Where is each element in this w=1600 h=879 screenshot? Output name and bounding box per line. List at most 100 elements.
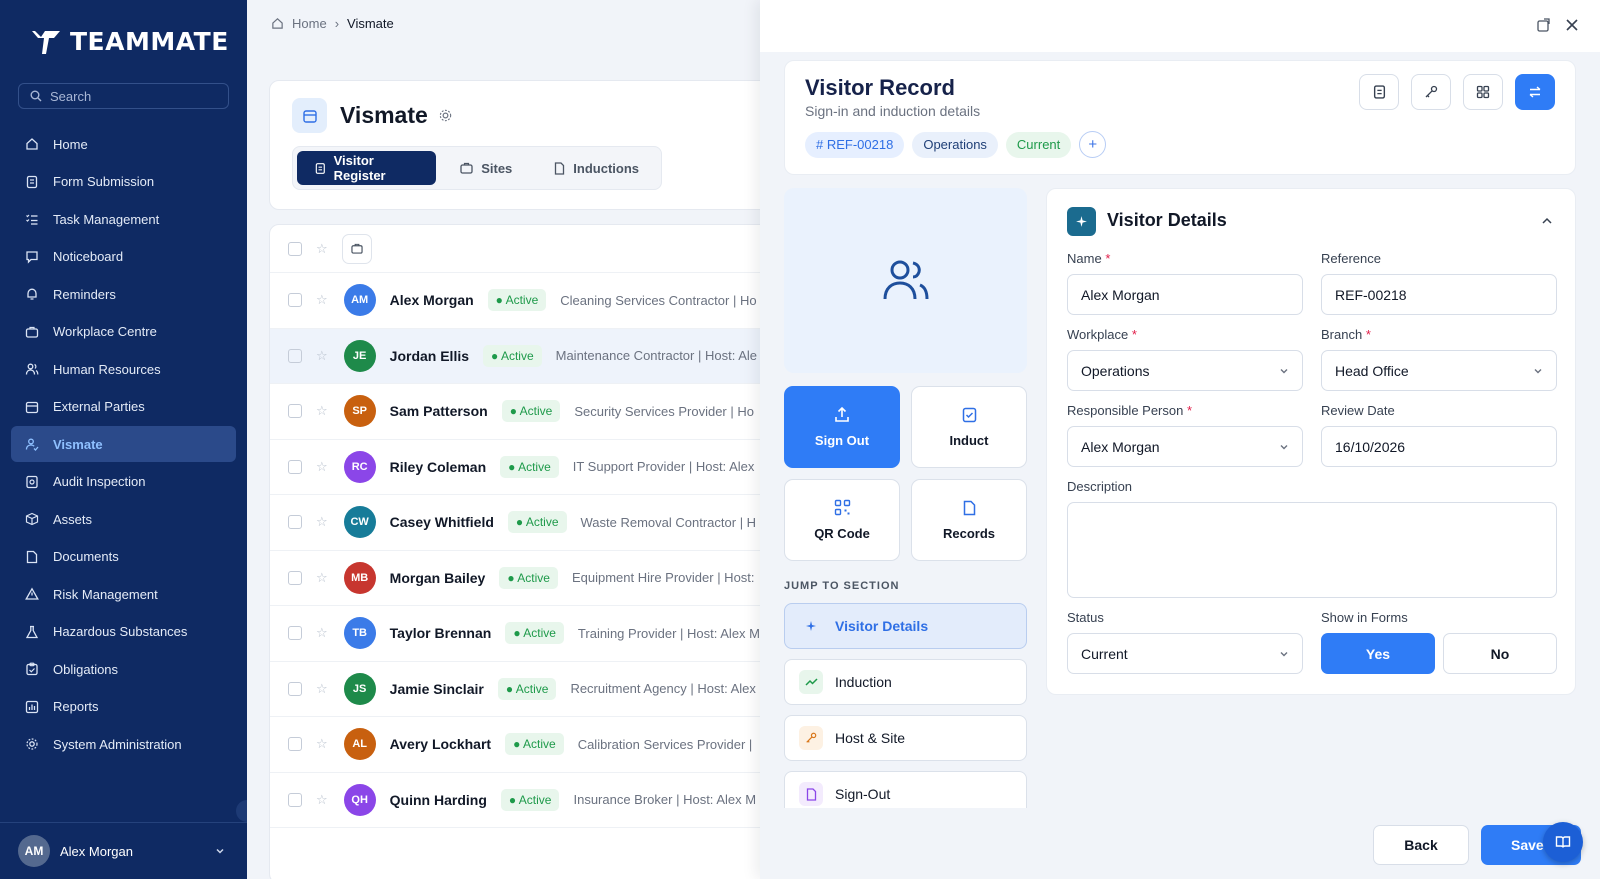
- status-chip[interactable]: Current: [1005, 131, 1072, 158]
- expand-icon[interactable]: [1535, 17, 1551, 33]
- select-all-checkbox[interactable]: [288, 241, 302, 256]
- field-value: Head Office: [1335, 362, 1409, 379]
- show-in-forms-yes-button[interactable]: Yes: [1321, 633, 1435, 674]
- breadcrumb-home[interactable]: Home: [292, 16, 327, 31]
- home-icon: [272, 18, 283, 29]
- chevron-up-icon[interactable]: [1541, 215, 1553, 227]
- table-row[interactable]: ☆ RC Riley Coleman ● Active IT Support Provi…: [270, 440, 760, 495]
- sidebar-item-assets[interactable]: Assets: [11, 501, 236, 537]
- row-checkbox[interactable]: [288, 515, 302, 530]
- visitor-description: Maintenance Contractor | Host: Ale: [555, 348, 757, 364]
- star-icon[interactable]: ☆: [316, 292, 328, 308]
- row-checkbox[interactable]: [288, 293, 302, 308]
- table-row[interactable]: ☆ AL Avery Lockhart ● Active Calibration Ser…: [270, 717, 760, 773]
- name-field[interactable]: Alex Morgan: [1067, 274, 1303, 315]
- table-row[interactable]: ☆ QH Quinn Harding ● Active Insurance Broker…: [270, 773, 760, 828]
- star-icon[interactable]: ☆: [316, 792, 328, 808]
- induct-button[interactable]: Induct: [911, 386, 1027, 468]
- branch-select[interactable]: Head Office: [1321, 350, 1557, 391]
- review-date-field[interactable]: 16/10/2026: [1321, 426, 1557, 467]
- compare-button[interactable]: [1515, 74, 1555, 110]
- sidebar-item-documents[interactable]: Documents: [11, 539, 236, 575]
- sidebar-item-external-parties[interactable]: External Parties: [11, 389, 236, 425]
- table-row[interactable]: ☆ JE Jordan Ellis ● Active Maintenance Contr…: [270, 328, 760, 384]
- sidebar-item-audit-inspection[interactable]: Audit Inspection: [11, 464, 236, 500]
- sidebar-item-reminders[interactable]: Reminders: [11, 276, 236, 312]
- show-in-forms-no-button[interactable]: No: [1443, 633, 1557, 674]
- star-icon[interactable]: ☆: [316, 459, 328, 475]
- row-checkbox[interactable]: [288, 681, 302, 696]
- box-icon: [25, 512, 39, 526]
- sidebar-item-system-administration[interactable]: System Administration: [11, 726, 236, 762]
- star-icon[interactable]: ☆: [316, 736, 328, 752]
- star-icon[interactable]: ☆: [316, 348, 328, 364]
- responsible-person-select[interactable]: Alex Morgan: [1067, 426, 1303, 467]
- tab-sites[interactable]: Sites: [442, 151, 530, 185]
- table-row[interactable]: ☆ SP Sam Patterson ● Active Security Service…: [270, 384, 760, 440]
- sidebar-item-task-management[interactable]: Task Management: [11, 201, 236, 237]
- user-menu[interactable]: AM Alex Morgan: [0, 822, 247, 879]
- workplace-select[interactable]: Operations: [1067, 350, 1303, 391]
- sidebar-item-home[interactable]: Home: [11, 126, 236, 162]
- gear-icon[interactable]: [438, 108, 453, 123]
- row-checkbox[interactable]: [288, 737, 302, 752]
- status-select[interactable]: Current: [1067, 633, 1303, 674]
- calendar-icon: [302, 109, 317, 123]
- help-book-button[interactable]: [1543, 822, 1583, 862]
- notes-button[interactable]: [1359, 74, 1399, 110]
- page-title: Vismate: [340, 102, 428, 128]
- bulk-action-button[interactable]: [341, 233, 372, 264]
- qr-code-button[interactable]: QR Code: [784, 479, 900, 561]
- table-row[interactable]: ☆ AM Alex Morgan ● Active Cleaning Services …: [270, 273, 760, 329]
- back-button[interactable]: Back: [1373, 825, 1469, 865]
- close-icon[interactable]: [1564, 17, 1580, 33]
- table-row[interactable]: ☆ TB Taylor Brennan ● Active Training Provid…: [270, 606, 760, 662]
- row-checkbox[interactable]: [288, 792, 302, 807]
- sidebar-item-form-submission[interactable]: Form Submission: [11, 164, 236, 200]
- reference-chip[interactable]: # REF-00218: [805, 131, 905, 158]
- sidebar-item-human-resources[interactable]: Human Resources: [11, 351, 236, 387]
- link-button[interactable]: [1411, 74, 1451, 110]
- sidebar-item-hazardous-substances[interactable]: Hazardous Substances: [11, 614, 236, 650]
- row-checkbox[interactable]: [288, 404, 302, 419]
- row-checkbox[interactable]: [288, 626, 302, 641]
- tab-visitor-register[interactable]: Visitor Register: [297, 151, 437, 185]
- row-checkbox[interactable]: [288, 570, 302, 585]
- sidebar-item-vismate[interactable]: Vismate: [11, 426, 236, 462]
- star-icon[interactable]: ☆: [316, 241, 328, 257]
- sidebar-item-noticeboard[interactable]: Noticeboard: [11, 239, 236, 275]
- calendar-icon: [25, 401, 39, 413]
- department-chip[interactable]: Operations: [912, 131, 998, 158]
- document-icon: [315, 162, 325, 174]
- star-icon[interactable]: ☆: [316, 403, 328, 419]
- sidebar-item-risk-management[interactable]: Risk Management: [11, 576, 236, 612]
- star-icon[interactable]: ☆: [316, 514, 328, 530]
- reference-field[interactable]: REF-00218: [1321, 274, 1557, 315]
- sign-out-button[interactable]: Sign Out: [784, 386, 900, 468]
- workplace-label: Workplace *: [1067, 327, 1137, 342]
- jump-visitor-details[interactable]: Visitor Details: [784, 603, 1027, 649]
- sidebar-item-label: Noticeboard: [53, 249, 124, 264]
- table-row[interactable]: ☆ JS Jamie Sinclair ● Active Recruitment Age…: [270, 662, 760, 717]
- star-icon[interactable]: ☆: [316, 681, 328, 697]
- sidebar-item-workplace-centre[interactable]: Workplace Centre: [11, 314, 236, 350]
- row-checkbox[interactable]: [288, 459, 302, 474]
- sidebar-search-input[interactable]: Search: [18, 83, 229, 109]
- grid-view-button[interactable]: [1463, 74, 1503, 110]
- brand-logo[interactable]: TEAMMATE: [32, 27, 229, 56]
- star-icon[interactable]: ☆: [316, 625, 328, 641]
- document-icon: [1373, 85, 1385, 99]
- add-chip-button[interactable]: +: [1079, 131, 1107, 158]
- sidebar-item-obligations[interactable]: Obligations: [11, 651, 236, 687]
- table-row[interactable]: ☆ MB Morgan Bailey ● Active Equipment Hire P…: [270, 551, 760, 606]
- row-checkbox[interactable]: [288, 348, 302, 363]
- review-date-label: Review Date: [1321, 403, 1395, 418]
- jump-host-site[interactable]: Host & Site: [784, 715, 1027, 761]
- star-icon[interactable]: ☆: [316, 570, 328, 586]
- table-row[interactable]: ☆ CW Casey Whitfield ● Active Waste Removal …: [270, 495, 760, 551]
- description-textarea[interactable]: [1067, 502, 1557, 598]
- records-button[interactable]: Records: [911, 479, 1027, 561]
- tab-inductions[interactable]: Inductions: [536, 151, 657, 185]
- jump-induction[interactable]: Induction: [784, 659, 1027, 705]
- sidebar-item-reports[interactable]: Reports: [11, 689, 236, 725]
